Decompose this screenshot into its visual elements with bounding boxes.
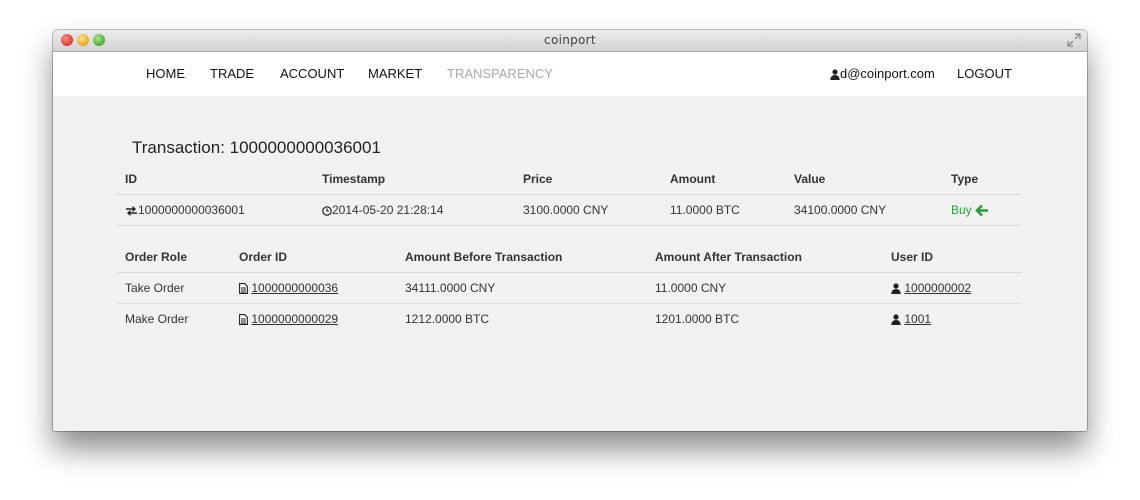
header-amount-after: Amount After Transaction <box>655 250 802 264</box>
user-id-link[interactable]: 1001 <box>891 304 931 334</box>
order-role: Take Order <box>125 281 185 295</box>
transaction-type: Buy <box>951 203 972 217</box>
nav-home[interactable]: HOME <box>146 52 185 96</box>
minimize-window-button[interactable] <box>77 34 89 46</box>
page-title: Transaction: 1000000000036001 <box>132 138 381 157</box>
nav-market[interactable]: MARKET <box>368 52 422 96</box>
title-bar: coinport <box>53 30 1087 52</box>
order-id[interactable]: 1000000000029 <box>251 312 338 326</box>
amount-before: 34111.0000 CNY <box>405 281 496 295</box>
main-content: Transaction: 1000000000036001 ID Timesta… <box>53 96 1087 431</box>
user-id[interactable]: 1000000002 <box>904 281 971 295</box>
header-type: Type <box>951 172 979 186</box>
order-id-link[interactable]: 1000000000029 <box>239 304 338 334</box>
amount-after: 1201.0000 BTC <box>655 312 740 326</box>
user-email: d@coinport.com <box>840 66 935 81</box>
timestamp-cell: 2014-05-20 21:28:14 <box>322 195 443 225</box>
header-order-id: Order ID <box>239 250 288 264</box>
nav-account[interactable]: ACCOUNT <box>280 52 344 96</box>
transaction-id-cell: 1000000000036001 <box>125 195 245 225</box>
order-role: Make Order <box>125 312 189 326</box>
file-icon <box>239 283 248 295</box>
user-account-link[interactable]: d@coinport.com <box>830 52 935 96</box>
table-row: 1000000000036001 2014-05-20 21:28:14 310… <box>117 195 1022 226</box>
browser-window: coinport HOME TRADE ACCOUNT MARKET TRANS… <box>53 30 1087 431</box>
transaction-price: 3100.0000 CNY <box>523 203 609 217</box>
user-icon <box>830 69 840 81</box>
header-order-role: Order Role <box>125 250 188 264</box>
user-id[interactable]: 1001 <box>904 312 931 326</box>
transaction-value: 34100.0000 CNY <box>794 203 887 217</box>
transaction-amount: 11.0000 BTC <box>670 203 740 217</box>
fullscreen-icon[interactable] <box>1067 33 1081 47</box>
nav-logout[interactable]: LOGOUT <box>957 52 1012 96</box>
header-user-id: User ID <box>891 250 934 264</box>
zoom-window-button[interactable] <box>93 34 105 46</box>
amount-before: 1212.0000 BTC <box>405 312 490 326</box>
exchange-icon <box>126 206 137 216</box>
order-id-link[interactable]: 1000000000036 <box>239 273 338 303</box>
header-amount: Amount <box>670 172 716 186</box>
amount-after: 11.0000 CNY <box>655 281 727 295</box>
table-row: Take Order 1000000000036 34111.0000 CNY … <box>117 273 1022 304</box>
transaction-id: 1000000000036001 <box>138 203 245 217</box>
clock-icon <box>322 206 332 216</box>
user-icon <box>891 283 901 295</box>
transaction-timestamp: 2014-05-20 21:28:14 <box>332 203 444 217</box>
nav-trade[interactable]: TRADE <box>210 52 254 96</box>
top-navbar: HOME TRADE ACCOUNT MARKET TRANSPARENCY d… <box>53 52 1087 96</box>
header-timestamp: Timestamp <box>322 172 386 186</box>
header-price: Price <box>523 172 553 186</box>
table-row: Make Order 1000000000029 1212.0000 BTC 1… <box>117 304 1022 334</box>
transaction-type-cell: Buy <box>951 195 989 225</box>
table-header-row: ID Timestamp Price Amount Value Type <box>117 164 1022 195</box>
window-title: coinport <box>544 33 596 47</box>
table-header-row: Order Role Order ID Amount Before Transa… <box>117 242 1022 273</box>
user-id-link[interactable]: 1000000002 <box>891 273 971 303</box>
order-id[interactable]: 1000000000036 <box>251 281 338 295</box>
nav-transparency[interactable]: TRANSPARENCY <box>447 52 553 96</box>
file-icon <box>239 314 248 326</box>
close-window-button[interactable] <box>61 34 73 46</box>
header-amount-before: Amount Before Transaction <box>405 250 563 264</box>
header-value: Value <box>794 172 826 186</box>
header-id: ID <box>125 172 137 186</box>
user-icon <box>891 314 901 326</box>
arrow-left-icon <box>975 204 989 217</box>
